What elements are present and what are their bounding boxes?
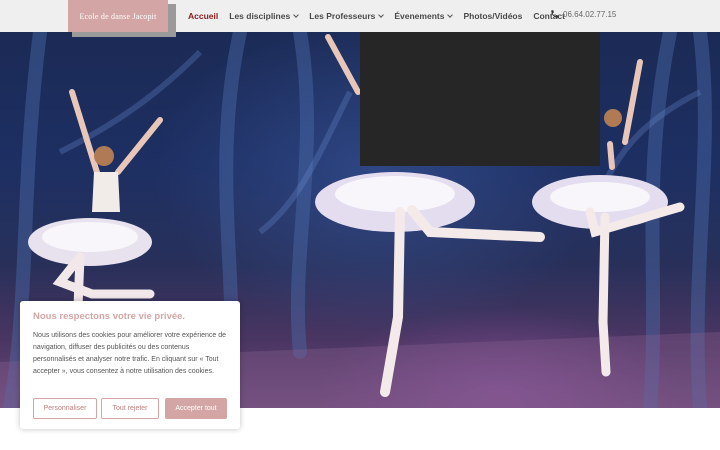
chevron-down-icon bbox=[378, 11, 385, 18]
nav-label: Évenements bbox=[394, 11, 445, 21]
nav-label: Les disciplines bbox=[229, 11, 291, 21]
nav-label: Photos/Vidéos bbox=[463, 11, 523, 21]
phone-contact[interactable]: 06.64.02.77.15 bbox=[550, 9, 616, 19]
chevron-down-icon bbox=[447, 11, 454, 18]
site-logo[interactable]: Ecole de danse Jacopit bbox=[68, 0, 168, 32]
cookie-text: Nous utilisons des cookies pour améliore… bbox=[33, 332, 226, 375]
page: Ecole de danse Jacopit Accueil Les disci… bbox=[0, 0, 720, 450]
cookie-buttons: Personnaliser Tout rejeter Accepter tout bbox=[33, 398, 227, 419]
phone-number: 06.64.02.77.15 bbox=[563, 9, 617, 19]
reject-all-button[interactable]: Tout rejeter bbox=[101, 398, 159, 419]
nav-label: Les Professeurs bbox=[309, 11, 376, 21]
accept-all-button[interactable]: Accepter tout bbox=[165, 398, 227, 419]
nav-item-evenements[interactable]: Évenements bbox=[394, 11, 454, 21]
phone-icon bbox=[551, 10, 559, 18]
main-nav: Accueil Les disciplines Les Professeurs … bbox=[188, 0, 576, 32]
nav-item-professeurs[interactable]: Les Professeurs bbox=[309, 11, 385, 21]
cookie-consent-banner: Nous respectons votre vie privée. Nous u… bbox=[20, 301, 240, 429]
nav-item-disciplines[interactable]: Les disciplines bbox=[229, 11, 300, 21]
dancer-left bbox=[28, 89, 163, 312]
cookie-title: Nous respectons votre vie privée. bbox=[33, 311, 186, 322]
customize-button[interactable]: Personnaliser bbox=[33, 398, 97, 419]
chevron-down-icon bbox=[293, 11, 300, 18]
nav-label: Accueil bbox=[188, 11, 219, 21]
video-embed[interactable] bbox=[360, 32, 600, 166]
site-header: Ecole de danse Jacopit Accueil Les disci… bbox=[0, 0, 720, 37]
nav-item-accueil[interactable]: Accueil bbox=[188, 11, 218, 21]
nav-item-photos-videos[interactable]: Photos/Vidéos bbox=[463, 11, 522, 21]
